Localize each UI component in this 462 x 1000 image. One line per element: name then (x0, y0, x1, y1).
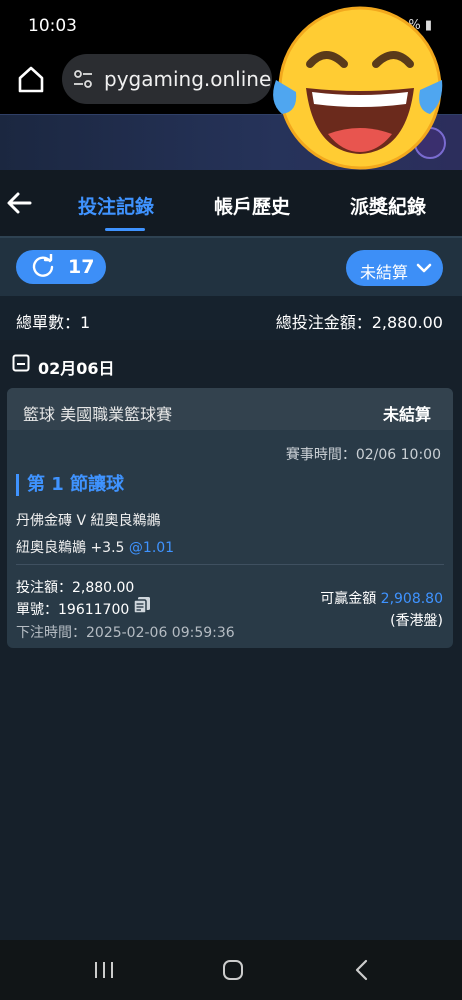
payout-line: 可贏金額 2,908.80 (320, 588, 443, 608)
status-filter-dropdown[interactable]: 未結算 (346, 250, 443, 286)
site-settings-icon[interactable] (72, 68, 94, 90)
payout-value: 2,908.80 (380, 591, 443, 607)
bet-card[interactable]: 籃球 美國職業籃球賽 未結算 賽事時間：02/06 10:00 第 1 節讓球 … (7, 388, 453, 648)
refresh-icon (32, 254, 54, 277)
tab-payout-records[interactable]: 派獎紀錄 (350, 192, 426, 219)
match-time: 賽事時間：02/06 10:00 (285, 447, 441, 463)
stake-amount: 投注額：2,880.00 (16, 580, 135, 596)
match-teams: 丹佛金磚 V 紐奧良鵜鶘 (16, 513, 161, 529)
bet-time: 下注時間：2025-02-06 09:59:36 (16, 625, 235, 641)
active-tab-indicator (105, 228, 145, 231)
payout-label: 可贏金額 (320, 591, 381, 607)
url-bar[interactable]: pygaming.online (62, 54, 272, 104)
system-back-icon[interactable] (354, 959, 370, 981)
system-nav-bar (0, 940, 462, 1000)
selection-odds: @1.01 (128, 540, 175, 556)
total-stake: 總投注金額：2,880.00 (275, 313, 443, 332)
copy-icon[interactable] (133, 596, 151, 614)
total-orders: 總單數：1 (16, 313, 91, 332)
home-icon[interactable] (14, 62, 48, 96)
tab-bet-records[interactable]: 投注記錄 (78, 192, 154, 219)
filter-row: 17 未結算 (0, 236, 462, 296)
calendar-icon (12, 354, 30, 372)
order-number: 單號：19611700 (16, 602, 130, 618)
refresh-countdown: 17 (68, 256, 95, 278)
home-button-icon[interactable] (222, 959, 244, 981)
dropdown-label: 未結算 (360, 263, 409, 282)
divider (16, 564, 444, 565)
market-title: 第 1 節讓球 (16, 474, 124, 496)
bet-card-header: 籃球 美國職業籃球賽 未結算 (7, 388, 453, 430)
tab-bar: 投注記錄 帳戶歷史 派獎紀錄 (0, 170, 462, 236)
summary-row: 總單數：1 總投注金額：2,880.00 (0, 296, 462, 340)
laughing-emoji-icon (273, 6, 443, 170)
selection-line: 紐奧良鵜鶘 +3.5 @1.01 (16, 537, 174, 557)
selection-text: 紐奧良鵜鶘 +3.5 (16, 540, 129, 556)
chevron-down-icon (416, 263, 432, 273)
status-badge: 未結算 (382, 405, 431, 424)
recent-apps-icon[interactable] (93, 961, 115, 979)
url-text: pygaming.online (104, 67, 272, 91)
date-header: 02月06日 (38, 359, 115, 378)
back-arrow-icon[interactable] (6, 190, 34, 216)
league-name: 籃球 美國職業籃球賽 (23, 405, 173, 424)
status-time: 10:03 (28, 16, 77, 36)
refresh-button[interactable]: 17 (16, 250, 106, 284)
tab-account-history[interactable]: 帳戶歷史 (214, 192, 290, 219)
odds-type: (香港盤) (390, 613, 443, 629)
